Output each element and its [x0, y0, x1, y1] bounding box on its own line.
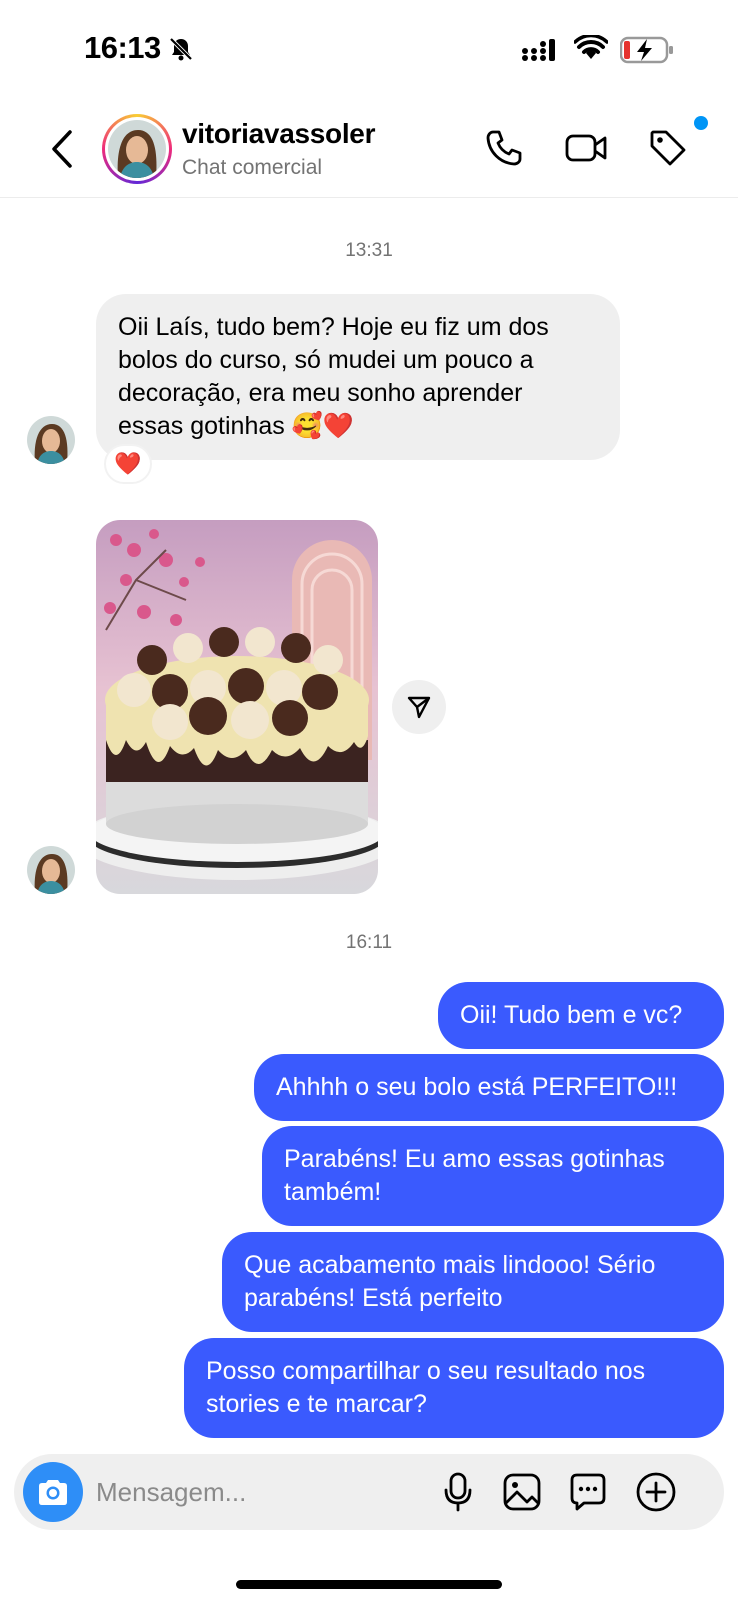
back-arrow-icon: [52, 130, 72, 168]
message-text-line: Que acabamento mais lindooo! Sério: [244, 1251, 656, 1279]
message-text-line: também!: [284, 1178, 382, 1206]
timestamp: 13:31: [345, 240, 393, 261]
message-text-line: bolos do curso, só mudei um pouco a: [118, 346, 534, 374]
gallery-button[interactable]: [500, 1470, 544, 1514]
back-button[interactable]: [44, 126, 80, 172]
audio-call-button[interactable]: [482, 126, 526, 170]
chat-username[interactable]: vitoriavassoler: [182, 118, 375, 150]
wifi-icon: [574, 35, 608, 59]
sticker-button[interactable]: [566, 1470, 610, 1514]
message-text-line: Parabéns! Eu amo essas gotinhas: [284, 1145, 665, 1173]
outgoing-message[interactable]: Que acabamento mais lindooo! Sério parab…: [222, 1232, 724, 1332]
status-time: 16:13: [84, 30, 161, 65]
video-camera-icon: [565, 134, 607, 162]
battery-charging-icon: [620, 36, 673, 64]
sender-avatar[interactable]: [27, 416, 75, 464]
microphone-icon: [444, 1472, 472, 1512]
message-composer: [14, 1454, 724, 1530]
cellular-signal-icon: [522, 39, 555, 61]
bell-off-icon: [169, 37, 193, 61]
cake-photo-message[interactable]: [96, 520, 378, 894]
message-text-line: Ahhhh o seu bolo está PERFEITO!!!: [276, 1073, 678, 1101]
gallery-icon: [503, 1473, 541, 1511]
sender-avatar[interactable]: [27, 846, 75, 894]
chat-subtitle: Chat comercial: [182, 156, 323, 179]
notification-dot: [694, 116, 708, 130]
plus-icon: [636, 1472, 676, 1512]
message-text-line: stories e te marcar?: [206, 1390, 427, 1418]
voice-message-button[interactable]: [436, 1470, 480, 1514]
camera-icon: [39, 1480, 67, 1505]
avatar[interactable]: [102, 114, 172, 184]
phone-icon: [486, 130, 522, 166]
message-text-line: Oii Laís, tudo bem? Hoje eu fiz um dos: [118, 313, 549, 341]
video-call-button[interactable]: [564, 126, 608, 170]
home-indicator[interactable]: [236, 1580, 502, 1589]
cake-photo: [96, 520, 378, 894]
message-text-line: Oii! Tudo bem e vc?: [460, 1001, 683, 1029]
status-bar: 16:13: [0, 0, 738, 100]
label-button[interactable]: [646, 126, 690, 170]
heart-reaction[interactable]: ❤️: [104, 444, 152, 484]
sticker-icon: [570, 1473, 606, 1511]
tag-icon: [650, 130, 686, 166]
chat-header: vitoriavassoler Chat comercial: [0, 100, 738, 198]
message-text-line: Posso compartilhar o seu resultado nos: [206, 1357, 646, 1385]
share-button[interactable]: [392, 680, 446, 734]
outgoing-message[interactable]: Parabéns! Eu amo essas gotinhas também!: [262, 1126, 724, 1226]
outgoing-message[interactable]: Oii! Tudo bem e vc?: [438, 982, 724, 1049]
message-text-line: decoração, era meu sonho aprender: [118, 379, 523, 407]
camera-button[interactable]: [23, 1462, 83, 1522]
timestamp: 16:11: [345, 932, 393, 953]
heart-icon: ❤️: [114, 451, 142, 476]
send-icon: [407, 696, 431, 719]
outgoing-message[interactable]: Posso compartilhar o seu resultado nos s…: [184, 1338, 724, 1438]
more-options-button[interactable]: [634, 1470, 678, 1514]
message-text-line: parabéns! Está perfeito: [244, 1284, 503, 1312]
message-text-line: essas gotinhas 🥰❤️: [118, 412, 354, 440]
incoming-message[interactable]: Oii Laís, tudo bem? Hoje eu fiz um dos b…: [96, 294, 620, 460]
profile-photo: [108, 120, 166, 178]
outgoing-message[interactable]: Ahhhh o seu bolo está PERFEITO!!!: [254, 1054, 724, 1121]
message-input[interactable]: [96, 1472, 436, 1512]
